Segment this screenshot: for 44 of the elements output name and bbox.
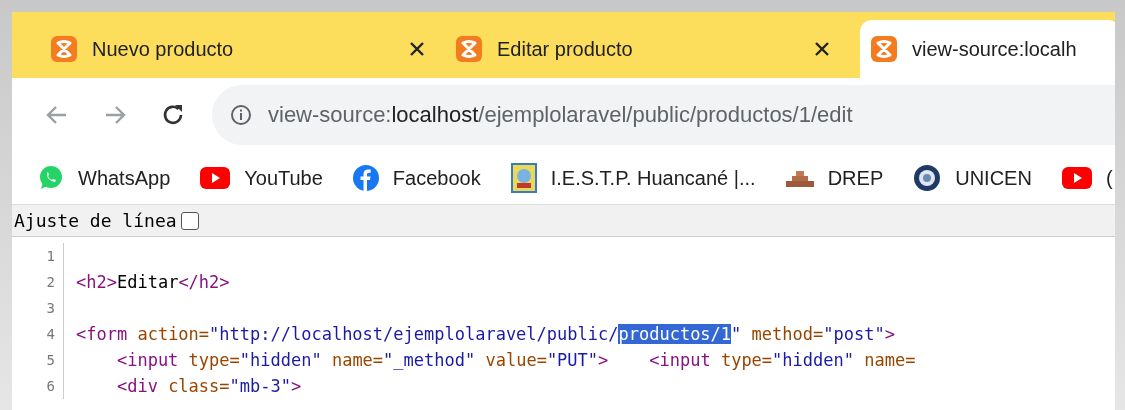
line-number: 2	[12, 269, 64, 295]
bookmark-label: I.E.S.T.P. Huancané |...	[550, 166, 756, 190]
bookmark-label: YouTube	[244, 166, 323, 190]
app-logo-icon	[50, 35, 78, 63]
bookmark-link[interactable]: UNICEN	[913, 164, 1032, 192]
bookmark-link[interactable]: DREP	[785, 166, 884, 190]
bookmark-link[interactable]: WhatsApp	[38, 165, 171, 191]
browser-tab[interactable]: Nuevo producto	[40, 20, 445, 78]
crest-icon	[510, 163, 537, 193]
browser-tab[interactable]: view-source:localh	[860, 20, 1115, 78]
line-number: 5	[12, 347, 64, 373]
browser-tab[interactable]: Editar producto	[445, 20, 850, 78]
close-icon	[409, 41, 425, 57]
bookmark-label: Facebook	[392, 166, 481, 190]
app-logo-icon	[455, 35, 483, 63]
play-icon	[200, 167, 231, 189]
bookmark-label: WhatsApp	[78, 166, 171, 190]
source-code-line: <div class="mb-3">	[115, 376, 302, 396]
app-logo-icon	[870, 35, 898, 63]
line-number: 4	[12, 321, 64, 347]
bookmark-link[interactable]: Facebook	[352, 165, 481, 191]
bookmark-label: (	[1105, 166, 1113, 190]
bookmark-link[interactable]: YouTube	[200, 166, 323, 190]
source-code-line: <h2>Editar</h2>	[75, 272, 230, 292]
play-icon	[1061, 167, 1092, 189]
source-code-line: <form action="http://localhost/ejemplolaravel/public/productos/1" method="post">	[75, 324, 895, 344]
address-bar[interactable]: view-source:localhost/ejemplolaravel/public/productos/1/edit	[212, 85, 1115, 145]
line-number: 1	[12, 243, 64, 269]
bookmark-label: DREP	[827, 166, 884, 190]
source-code-line: <input type="hidden" name="_method" value="PUT"> <input type="hidden" name=	[115, 350, 916, 370]
chat-bubble-icon	[38, 165, 64, 191]
line-wrap-label: Ajuste de línea	[14, 210, 177, 231]
line-wrap-checkbox[interactable]	[180, 211, 199, 230]
line-number: 6	[12, 373, 64, 399]
bookmark-link[interactable]: (	[1061, 166, 1113, 190]
bars-icon	[785, 169, 814, 187]
seal-icon	[913, 164, 942, 192]
close-icon	[814, 41, 830, 57]
bookmark-link[interactable]: I.E.S.T.P. Huancané |...	[510, 163, 756, 193]
letter-f-icon	[352, 165, 379, 191]
url-text: view-source:localhost/ejemplolaravel/public/productos/1/edit	[268, 102, 853, 128]
line-number: 3	[12, 295, 64, 321]
info-icon	[230, 104, 252, 126]
bookmark-label: UNICEN	[955, 166, 1032, 190]
